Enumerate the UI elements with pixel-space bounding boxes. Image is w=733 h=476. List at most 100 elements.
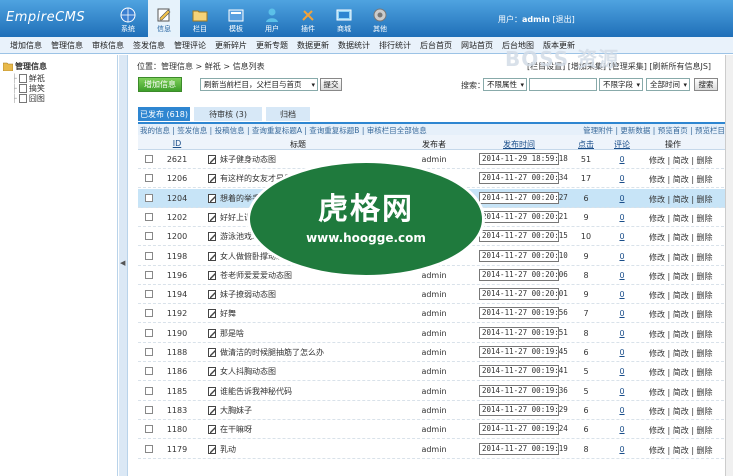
row-checkbox[interactable] — [145, 386, 153, 395]
topnav-4[interactable]: 用户 — [256, 0, 288, 37]
th-comments[interactable]: 评论 — [612, 139, 632, 150]
row-comments[interactable]: 0 — [612, 387, 632, 396]
th-id[interactable]: ID — [162, 139, 192, 148]
table-row[interactable]: 1190 那是啥 admin 2014-11-27 00:19:51 8 0 修改 | 简改… — [138, 324, 729, 343]
row-ops[interactable]: 修改 | 简改 | 删除 — [649, 406, 713, 417]
tree-root[interactable]: 管理信息 — [3, 61, 47, 72]
table-row[interactable]: 2621 妹子健身动态图 admin 2014-11-29 18:59:18 51 0 修改… — [138, 150, 729, 169]
table-row[interactable]: 1180 在干嘛呀 admin 2014-11-27 00:19:24 6 0 修改 | 简… — [138, 420, 729, 440]
subnav-item-4[interactable]: 管理评论 — [174, 40, 206, 51]
row-title-text[interactable]: 谁能告诉我神秘代码 — [220, 386, 292, 397]
table-row[interactable]: 1185 谁能告诉我神秘代码 admin 2014-11-27 00:19:36 5 0 修… — [138, 382, 729, 401]
row-comments[interactable]: 0 — [612, 367, 632, 376]
edit-icon[interactable] — [208, 212, 217, 222]
row-title-text[interactable]: 好舞 — [220, 308, 236, 319]
row-title[interactable]: 那是啥 — [208, 328, 244, 339]
add-info-button[interactable]: 增加信息 — [138, 77, 182, 92]
row-time-input[interactable]: 2014-11-27 00:20:15 — [479, 230, 568, 243]
row-checkbox[interactable] — [145, 290, 153, 299]
edit-icon[interactable] — [208, 444, 217, 454]
row-title-text[interactable]: 苍老师爱爱爱动态图 — [220, 270, 292, 281]
row-ops[interactable]: 修改 | 简改 | 删除 — [649, 213, 713, 224]
row-checkbox[interactable] — [145, 155, 153, 163]
row-title-text[interactable]: 妹子健身动态图 — [220, 154, 276, 165]
row-title-text[interactable]: 大胸妹子 — [220, 405, 252, 416]
row-comments[interactable]: 0 — [612, 194, 632, 203]
collapse-arrow-icon[interactable]: ◀ — [120, 259, 125, 267]
search-input[interactable] — [529, 78, 597, 91]
row-title[interactable]: 谁能告诉我神秘代码 — [208, 386, 292, 397]
edit-icon[interactable] — [208, 193, 217, 203]
refresh-select[interactable]: 刷新当前栏目，父栏目与首页 — [200, 78, 318, 91]
topnav-6[interactable]: 商城 — [328, 0, 360, 37]
row-title[interactable]: 做清洁的时候腿抽筋了怎么办 — [208, 347, 324, 358]
row-comments[interactable]: 0 — [612, 271, 632, 280]
edit-icon[interactable] — [208, 328, 217, 338]
row-time-input[interactable]: 2014-11-27 00:20:34 — [479, 172, 568, 185]
row-checkbox[interactable] — [145, 174, 153, 183]
row-checkbox[interactable] — [145, 309, 153, 318]
row-title[interactable]: 好舞 — [208, 308, 236, 319]
table-row[interactable]: 1186 女人抖胸动态图 admin 2014-11-27 00:19:41 5 0 修改 … — [138, 362, 729, 382]
row-comments[interactable]: 0 — [612, 406, 632, 415]
row-comments[interactable]: 0 — [612, 309, 632, 318]
time-select[interactable]: 全部时间 — [646, 78, 690, 91]
row-comments[interactable]: 0 — [612, 445, 632, 454]
row-ops[interactable]: 修改 | 简改 | 删除 — [649, 367, 713, 378]
row-title-text[interactable]: 那是啥 — [220, 328, 244, 339]
topnav-5[interactable]: 插件 — [292, 0, 324, 37]
row-checkbox[interactable] — [145, 444, 153, 453]
topnav-2[interactable]: 栏目 — [184, 0, 216, 37]
topnav-7[interactable]: 其他 — [364, 0, 396, 37]
edit-icon[interactable] — [208, 348, 217, 357]
row-ops[interactable]: 修改 | 简改 | 删除 — [649, 252, 713, 263]
row-ops[interactable]: 修改 | 简改 | 删除 — [649, 271, 713, 282]
table-row[interactable]: 1194 妹子撩弱动态图 admin 2014-11-27 00:20:01 9 0 修改 … — [138, 285, 729, 305]
row-ops[interactable]: 修改 | 简改 | 删除 — [649, 387, 713, 398]
row-checkbox[interactable] — [145, 270, 153, 279]
row-comments[interactable]: 0 — [612, 348, 632, 357]
row-ops[interactable]: 修改 | 简改 | 删除 — [649, 194, 713, 205]
row-time-input[interactable]: 2014-11-27 00:19:51 — [479, 326, 568, 339]
table-row[interactable]: 1179 乳动 admin 2014-11-27 00:19:19 8 0 修改 | 简改 … — [138, 440, 729, 459]
th-time[interactable]: 发布时间 — [479, 139, 559, 150]
row-time-input[interactable]: 2014-11-27 00:20:01 — [479, 288, 568, 301]
row-ops[interactable]: 修改 | 简改 | 删除 — [649, 174, 713, 185]
row-title[interactable]: 乳动 — [208, 444, 236, 455]
row-checkbox[interactable] — [145, 405, 153, 414]
row-comments[interactable]: 0 — [612, 232, 632, 241]
row-time-input[interactable]: 2014-11-27 00:19:24 — [479, 423, 568, 436]
field-select[interactable]: 不限字段 — [599, 78, 643, 91]
row-time-input[interactable]: 2014-11-27 00:19:29 — [479, 403, 568, 416]
row-ops[interactable]: 修改 | 简改 | 删除 — [649, 155, 713, 166]
tab-published[interactable]: 已发布 (618) — [138, 107, 190, 121]
subnav-item-2[interactable]: 审核信息 — [92, 40, 124, 51]
row-checkbox[interactable] — [145, 232, 153, 241]
row-time-input[interactable]: 2014-11-27 00:20:06 — [479, 268, 568, 281]
table-row[interactable]: 1196 苍老师爱爱爱动态图 admin 2014-11-27 00:20:06 8 0 修… — [138, 266, 729, 285]
th-clicks[interactable]: 点击 — [572, 139, 600, 150]
edit-icon[interactable] — [208, 386, 217, 396]
row-comments[interactable]: 0 — [612, 252, 632, 261]
row-comments[interactable]: 0 — [612, 174, 632, 183]
row-title-text[interactable]: 在干嘛呀 — [220, 424, 252, 435]
topnav-1[interactable]: 信息 — [148, 0, 180, 37]
row-checkbox[interactable] — [145, 328, 153, 337]
row-title-text[interactable]: 乳动 — [220, 444, 236, 455]
row-title[interactable]: 妹子健身动态图 — [208, 154, 276, 165]
table-row[interactable]: 1188 做清洁的时候腿抽筋了怎么办 admin 2014-11-27 00:19:4… — [138, 343, 729, 362]
row-comments[interactable]: 0 — [612, 329, 632, 338]
row-title[interactable]: 苍老师爱爱爱动态图 — [208, 270, 292, 281]
edit-icon[interactable] — [208, 309, 217, 319]
row-time-input[interactable]: 2014-11-27 00:20:21 — [479, 210, 568, 223]
row-title-text[interactable]: 女人抖胸动态图 — [220, 366, 276, 377]
edit-icon[interactable] — [208, 425, 217, 435]
topnav-0[interactable]: 系统 — [112, 0, 144, 37]
row-time-input[interactable]: 2014-11-27 00:20:27 — [479, 191, 568, 204]
row-time-input[interactable]: 2014-11-27 00:19:41 — [479, 365, 568, 378]
row-title[interactable]: 女人抖胸动态图 — [208, 366, 276, 377]
edit-icon[interactable] — [208, 367, 217, 377]
row-title-text[interactable]: 做清洁的时候腿抽筋了怎么办 — [220, 347, 324, 358]
row-comments[interactable]: 0 — [612, 155, 632, 164]
row-checkbox[interactable] — [145, 212, 153, 221]
